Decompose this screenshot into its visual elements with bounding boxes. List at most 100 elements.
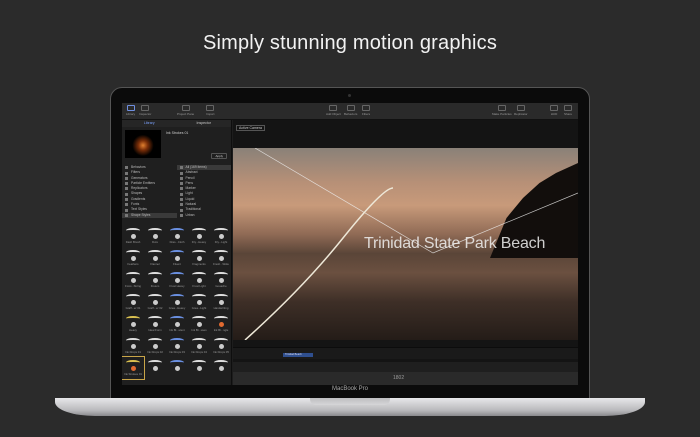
- brush-preview-icon: [196, 344, 202, 349]
- library-item-label: Frost...String: [124, 284, 141, 288]
- brush-preview-icon: [218, 322, 224, 327]
- library-item-label: Gouache: [215, 284, 227, 288]
- preview-area: Ink Strokes 01 Apply: [122, 127, 231, 161]
- replicator-button[interactable]: Replicator: [514, 105, 528, 116]
- inspector-button[interactable]: Inspector: [139, 105, 151, 116]
- library-item-label: Heavy: [129, 328, 137, 332]
- library-item[interactable]: Ink Drops 01: [122, 335, 144, 357]
- library-item[interactable]: Heavy: [122, 313, 144, 335]
- library-item[interactable]: Ink Bl...ngle: [210, 313, 232, 335]
- brush-stroke-icon: [148, 250, 162, 255]
- mini-timeline[interactable]: Trinidad Beach: [233, 347, 578, 359]
- brush-preview-icon: [218, 256, 224, 261]
- brush-preview-icon: [174, 256, 180, 261]
- library-item[interactable]: Ideal Form: [144, 313, 166, 335]
- library-item-label: Ink Drops 05: [213, 350, 229, 354]
- brush-preview-icon: [174, 234, 180, 239]
- library-item-label: Ink Bl...ngle: [213, 328, 229, 332]
- brush-stroke-icon: [148, 316, 162, 321]
- brush-stroke-icon: [148, 338, 162, 343]
- library-item-label: Graff...er 01: [125, 306, 141, 310]
- behaviors-button[interactable]: Behaviors: [344, 105, 357, 116]
- library-item[interactable]: Graff...er 01: [122, 291, 144, 313]
- library-item[interactable]: Dash Brush: [122, 225, 144, 247]
- subcategory-item[interactable]: Urban: [177, 213, 232, 218]
- brush-stroke-icon: [214, 294, 228, 299]
- brush-stroke-icon: [170, 228, 184, 233]
- library-item[interactable]: Ink Strokes 01: [122, 356, 145, 380]
- share-button[interactable]: Share: [564, 105, 572, 116]
- brush-preview-icon: [174, 278, 180, 283]
- hud-button[interactable]: HUD: [550, 105, 558, 116]
- camera-dot: [348, 94, 351, 97]
- tab-library[interactable]: Library: [122, 120, 177, 127]
- title-text-layer[interactable]: Trinidad State Park Beach: [364, 235, 545, 253]
- add-object-button[interactable]: Add Object: [326, 105, 341, 116]
- library-button[interactable]: Library: [126, 105, 135, 116]
- library-item[interactable]: Fresh...Wide: [210, 247, 232, 269]
- brush-stroke-icon: [148, 360, 162, 365]
- camera-dropdown[interactable]: Active Camera: [236, 125, 265, 131]
- project-pane-button[interactable]: Project Pane: [177, 105, 194, 116]
- tab-inspector[interactable]: Inspector: [177, 120, 232, 127]
- category-list: Behaviors Filters Generators Particle Emitt…: [122, 165, 177, 223]
- apply-button[interactable]: Apply: [211, 153, 227, 159]
- library-item[interactable]: Ink Drops 05: [210, 335, 232, 357]
- library-item[interactable]: Dry...Heavy: [188, 225, 210, 247]
- library-item[interactable]: Dras...Cloth: [166, 225, 188, 247]
- library-item[interactable]: Frost Heavy: [166, 269, 188, 291]
- library-item[interactable]: Fluent: [166, 247, 188, 269]
- library-item-label: Handwriting: [213, 306, 229, 310]
- library-item[interactable]: Ink Drops 02: [144, 335, 166, 357]
- library-item[interactable]: Gouache: [210, 269, 232, 291]
- library-item-label: Grea...Light: [191, 306, 207, 310]
- library-item[interactable]: Grea...Light: [188, 291, 210, 313]
- library-item[interactable]: Fragments: [188, 247, 210, 269]
- make-particles-button[interactable]: Make Particles: [492, 105, 512, 116]
- canvas-tools[interactable]: [233, 362, 578, 372]
- brush-preview-icon: [130, 256, 136, 261]
- brush-preview-icon: [218, 344, 224, 349]
- brush-stroke-icon: [126, 294, 140, 299]
- brush-preview-icon: [130, 234, 136, 239]
- brush-preview-icon: [218, 234, 224, 239]
- library-item[interactable]: Handwriting: [210, 291, 232, 313]
- library-item[interactable]: Dry...Light: [210, 225, 232, 247]
- filters-button[interactable]: Filters: [362, 105, 370, 116]
- brush-preview-icon: [152, 366, 158, 371]
- brush-stroke-icon: [126, 360, 140, 365]
- library-item[interactable]: Graff...er 02: [144, 291, 166, 313]
- library-item[interactable]: Frost...String: [122, 269, 144, 291]
- library-item[interactable]: Feathers: [122, 247, 144, 269]
- library-item[interactable]: [210, 357, 232, 379]
- library-item[interactable]: Fresco: [144, 269, 166, 291]
- brush-preview-icon: [174, 366, 180, 371]
- library-item[interactable]: Frost Light: [188, 269, 210, 291]
- brush-stroke-icon: [192, 316, 206, 321]
- brush-preview-icon: [152, 278, 158, 283]
- library-item-label: Fluent: [173, 262, 181, 266]
- library-item[interactable]: [144, 357, 166, 379]
- brush-preview-icon: [196, 300, 202, 305]
- timeline-clip[interactable]: Trinidad Beach: [283, 353, 313, 357]
- brush-preview-icon: [174, 344, 180, 349]
- brush-stroke-icon: [126, 338, 140, 343]
- library-item[interactable]: Ink Drops 04: [188, 335, 210, 357]
- preview-title: Ink Strokes 01: [166, 131, 189, 135]
- library-item-label: Dry...Heavy: [191, 240, 207, 244]
- category-item[interactable]: Shape Styles: [122, 212, 177, 218]
- library-item[interactable]: Dots: [144, 225, 166, 247]
- library-item-label: Graff...er 02: [147, 306, 163, 310]
- library-item[interactable]: Ink Bl...uses: [188, 313, 210, 335]
- brush-stroke-icon: [126, 250, 140, 255]
- library-item[interactable]: Grea...Heavy: [166, 291, 188, 313]
- brush-preview-icon: [152, 322, 158, 327]
- library-item[interactable]: [188, 357, 210, 379]
- brush-preview-icon: [218, 278, 224, 283]
- library-item[interactable]: Ink Drops 03: [166, 335, 188, 357]
- library-item-label: Dash Brush: [125, 240, 141, 244]
- library-item[interactable]: Flannel: [144, 247, 166, 269]
- import-button[interactable]: Import: [206, 105, 215, 116]
- library-item[interactable]: Ink Bl...ulent: [166, 313, 188, 335]
- library-item[interactable]: [166, 357, 188, 379]
